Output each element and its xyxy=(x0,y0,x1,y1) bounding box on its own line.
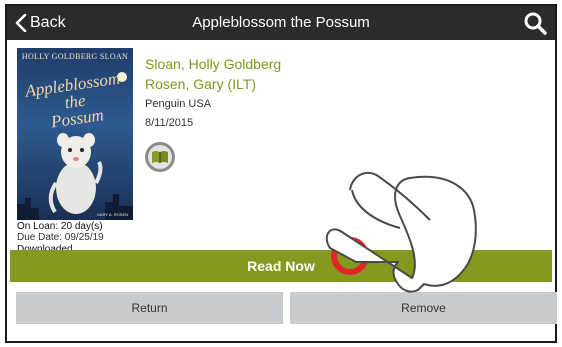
read-now-button[interactable]: Read Now xyxy=(10,250,552,282)
remove-button[interactable]: Remove xyxy=(290,292,557,324)
loan-period: On Loan: 20 day(s) xyxy=(17,221,103,232)
open-book-icon xyxy=(152,151,168,163)
cover-illustrator: GARY A. ROSEN xyxy=(96,212,128,217)
page-title: Appleblossom the Possum xyxy=(192,14,370,31)
return-button[interactable]: Return xyxy=(16,292,283,324)
publish-date: 8/11/2015 xyxy=(145,117,194,129)
author-link-2[interactable]: Rosen, Gary (ILT) xyxy=(145,76,256,92)
cover-author: HOLLY GOLDBERG SLOAN xyxy=(21,52,129,61)
due-date: Due Date: 09/25/19 xyxy=(17,232,104,243)
read-format-button[interactable] xyxy=(145,142,175,172)
cover-title: Appleblossom the Possum xyxy=(20,69,130,134)
book-cover: HOLLY GOLDBERG SLOAN Appleblossom the Po… xyxy=(17,48,133,220)
search-icon[interactable] xyxy=(523,11,547,35)
publisher: Penguin USA xyxy=(145,98,212,110)
author-link-1[interactable]: Sloan, Holly Goldberg xyxy=(145,56,281,72)
top-bar: Back Appleblossom the Possum xyxy=(7,6,555,40)
